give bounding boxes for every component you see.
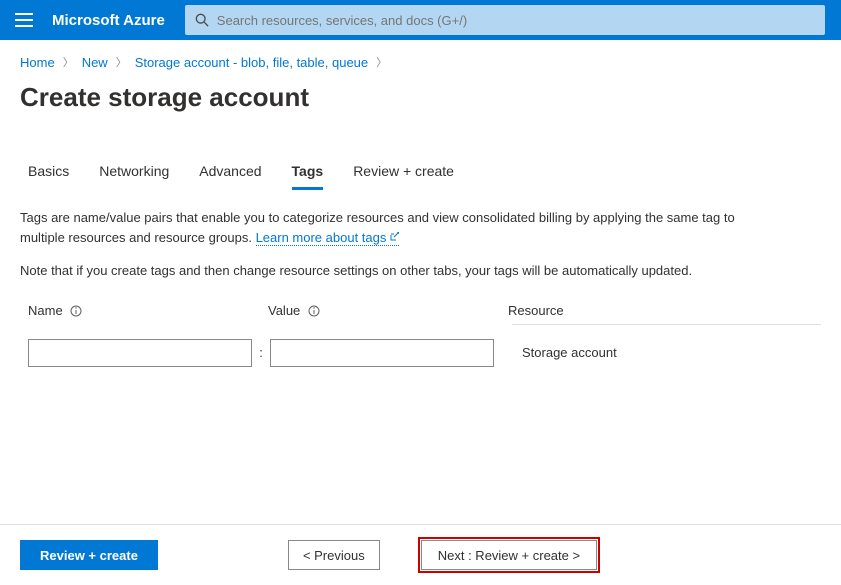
- brand-label: Microsoft Azure: [52, 12, 165, 29]
- tab-bar: Basics Networking Advanced Tags Review +…: [0, 113, 841, 190]
- breadcrumb-storage[interactable]: Storage account - blob, file, table, que…: [135, 55, 368, 70]
- tag-colon: :: [252, 345, 270, 360]
- tab-review-create[interactable]: Review + create: [353, 163, 454, 190]
- hamburger-menu[interactable]: [0, 0, 48, 40]
- tags-table-header: Name Value Resource: [28, 303, 821, 318]
- next-button[interactable]: Next : Review + create >: [421, 540, 597, 570]
- search-box[interactable]: [185, 5, 825, 35]
- tags-table: Name Value Resource : Storage account: [0, 281, 841, 367]
- tab-tags[interactable]: Tags: [292, 163, 324, 190]
- breadcrumb-new[interactable]: New: [82, 55, 108, 70]
- tab-networking[interactable]: Networking: [99, 163, 169, 190]
- previous-button[interactable]: < Previous: [288, 540, 380, 570]
- search-icon: [195, 13, 209, 27]
- breadcrumb: Home 〉 New 〉 Storage account - blob, fil…: [0, 40, 841, 70]
- tag-resource-text: Storage account: [494, 345, 617, 360]
- top-bar: Microsoft Azure: [0, 0, 841, 40]
- learn-more-link[interactable]: Learn more about tags: [256, 230, 400, 246]
- tags-description: Tags are name/value pairs that enable yo…: [0, 190, 780, 247]
- tag-value-input[interactable]: [270, 339, 494, 367]
- breadcrumb-home[interactable]: Home: [20, 55, 55, 70]
- chevron-right-icon: 〉: [63, 54, 74, 70]
- search-input[interactable]: [217, 13, 815, 28]
- chevron-right-icon: 〉: [376, 54, 387, 70]
- footer-bar: Review + create < Previous Next : Review…: [0, 524, 841, 585]
- info-icon[interactable]: [308, 305, 320, 317]
- hamburger-icon: [15, 13, 33, 27]
- chevron-right-icon: 〉: [116, 54, 127, 70]
- column-resource-label: Resource: [508, 303, 564, 318]
- column-name-label: Name: [28, 303, 63, 318]
- page-title: Create storage account: [0, 70, 841, 113]
- review-create-button[interactable]: Review + create: [20, 540, 158, 570]
- tab-basics[interactable]: Basics: [28, 163, 69, 190]
- tags-note: Note that if you create tags and then ch…: [0, 247, 780, 281]
- info-icon[interactable]: [70, 305, 82, 317]
- tab-advanced[interactable]: Advanced: [199, 163, 261, 190]
- divider: [512, 324, 821, 325]
- column-value-label: Value: [268, 303, 300, 318]
- next-button-highlight: Next : Review + create >: [418, 537, 600, 573]
- external-link-icon: [389, 232, 399, 242]
- tag-name-input[interactable]: [28, 339, 252, 367]
- tag-row: : Storage account: [28, 339, 821, 367]
